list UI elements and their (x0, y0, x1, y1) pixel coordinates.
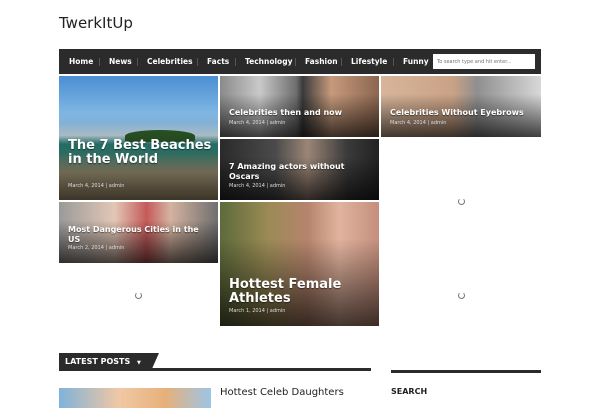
loading-spinner-icon (458, 292, 465, 299)
sidebar-search-heading: SEARCH (391, 387, 428, 396)
featured-tile-celebrities-then-now[interactable]: Celebrities then and now March 4, 2014 |… (220, 76, 379, 137)
chevron-down-icon: ▼ (137, 360, 141, 366)
nav-separator (235, 58, 236, 66)
search-input[interactable] (433, 54, 535, 69)
tile-title[interactable]: Celebrities then and now (229, 108, 342, 117)
tile-meta: March 4, 2014 | admin (229, 183, 286, 189)
nav-item-funny[interactable]: Funny (403, 49, 429, 74)
nav-separator (197, 58, 198, 66)
nav-item-celebrities[interactable]: Celebrities (147, 49, 193, 74)
tile-meta: March 2, 2014 | admin (68, 245, 125, 251)
nav-item-facts[interactable]: Facts (207, 49, 229, 74)
tile-title[interactable]: The 7 Best Beaches in the World (68, 139, 213, 167)
featured-tile-actors-without-oscars[interactable]: 7 Amazing actors without Oscars March 4,… (220, 139, 379, 200)
tile-meta: March 4, 2014 | admin (68, 183, 125, 189)
nav-item-lifestyle[interactable]: Lifestyle (351, 49, 387, 74)
nav-item-technology[interactable]: Technology (245, 49, 292, 74)
nav-separator (393, 58, 394, 66)
featured-tile-without-eyebrows[interactable]: Celebrities Without Eyebrows March 4, 20… (381, 76, 541, 137)
post-title[interactable]: Hottest Celeb Daughters (220, 387, 344, 398)
nav-item-fashion[interactable]: Fashion (305, 49, 338, 74)
featured-tile-beaches[interactable]: The 7 Best Beaches in the World March 4,… (59, 76, 218, 200)
sidebar-divider (391, 370, 541, 373)
nav-separator (99, 58, 100, 66)
nav-separator (341, 58, 342, 66)
nav-item-news[interactable]: News (109, 49, 132, 74)
post-thumbnail[interactable] (59, 388, 211, 408)
tile-meta: March 1, 2014 | admin (229, 308, 286, 314)
tile-title[interactable]: Celebrities Without Eyebrows (390, 108, 524, 117)
featured-tile-dangerous-cities[interactable]: Most Dangerous Cities in the US March 2,… (59, 202, 218, 263)
nav-separator (295, 58, 296, 66)
tile-title[interactable]: Most Dangerous Cities in the US (68, 225, 208, 245)
tile-title[interactable]: Hottest Female Athletes (229, 278, 369, 306)
nav-item-home[interactable]: Home (69, 49, 93, 74)
loading-spinner-icon (135, 292, 142, 299)
tile-title[interactable]: 7 Amazing actors without Oscars (229, 162, 349, 182)
latest-posts-tab[interactable]: LATEST POSTS ▼ (59, 353, 159, 371)
site-title[interactable]: TwerkItUp (59, 14, 133, 32)
nav-separator (137, 58, 138, 66)
featured-tile-female-athletes[interactable]: Hottest Female Athletes March 1, 2014 | … (220, 202, 379, 326)
latest-posts-heading: LATEST POSTS (65, 357, 131, 366)
tile-meta: March 4, 2014 | admin (229, 120, 286, 126)
tile-meta: March 4, 2014 | admin (390, 120, 447, 126)
loading-spinner-icon (458, 198, 465, 205)
